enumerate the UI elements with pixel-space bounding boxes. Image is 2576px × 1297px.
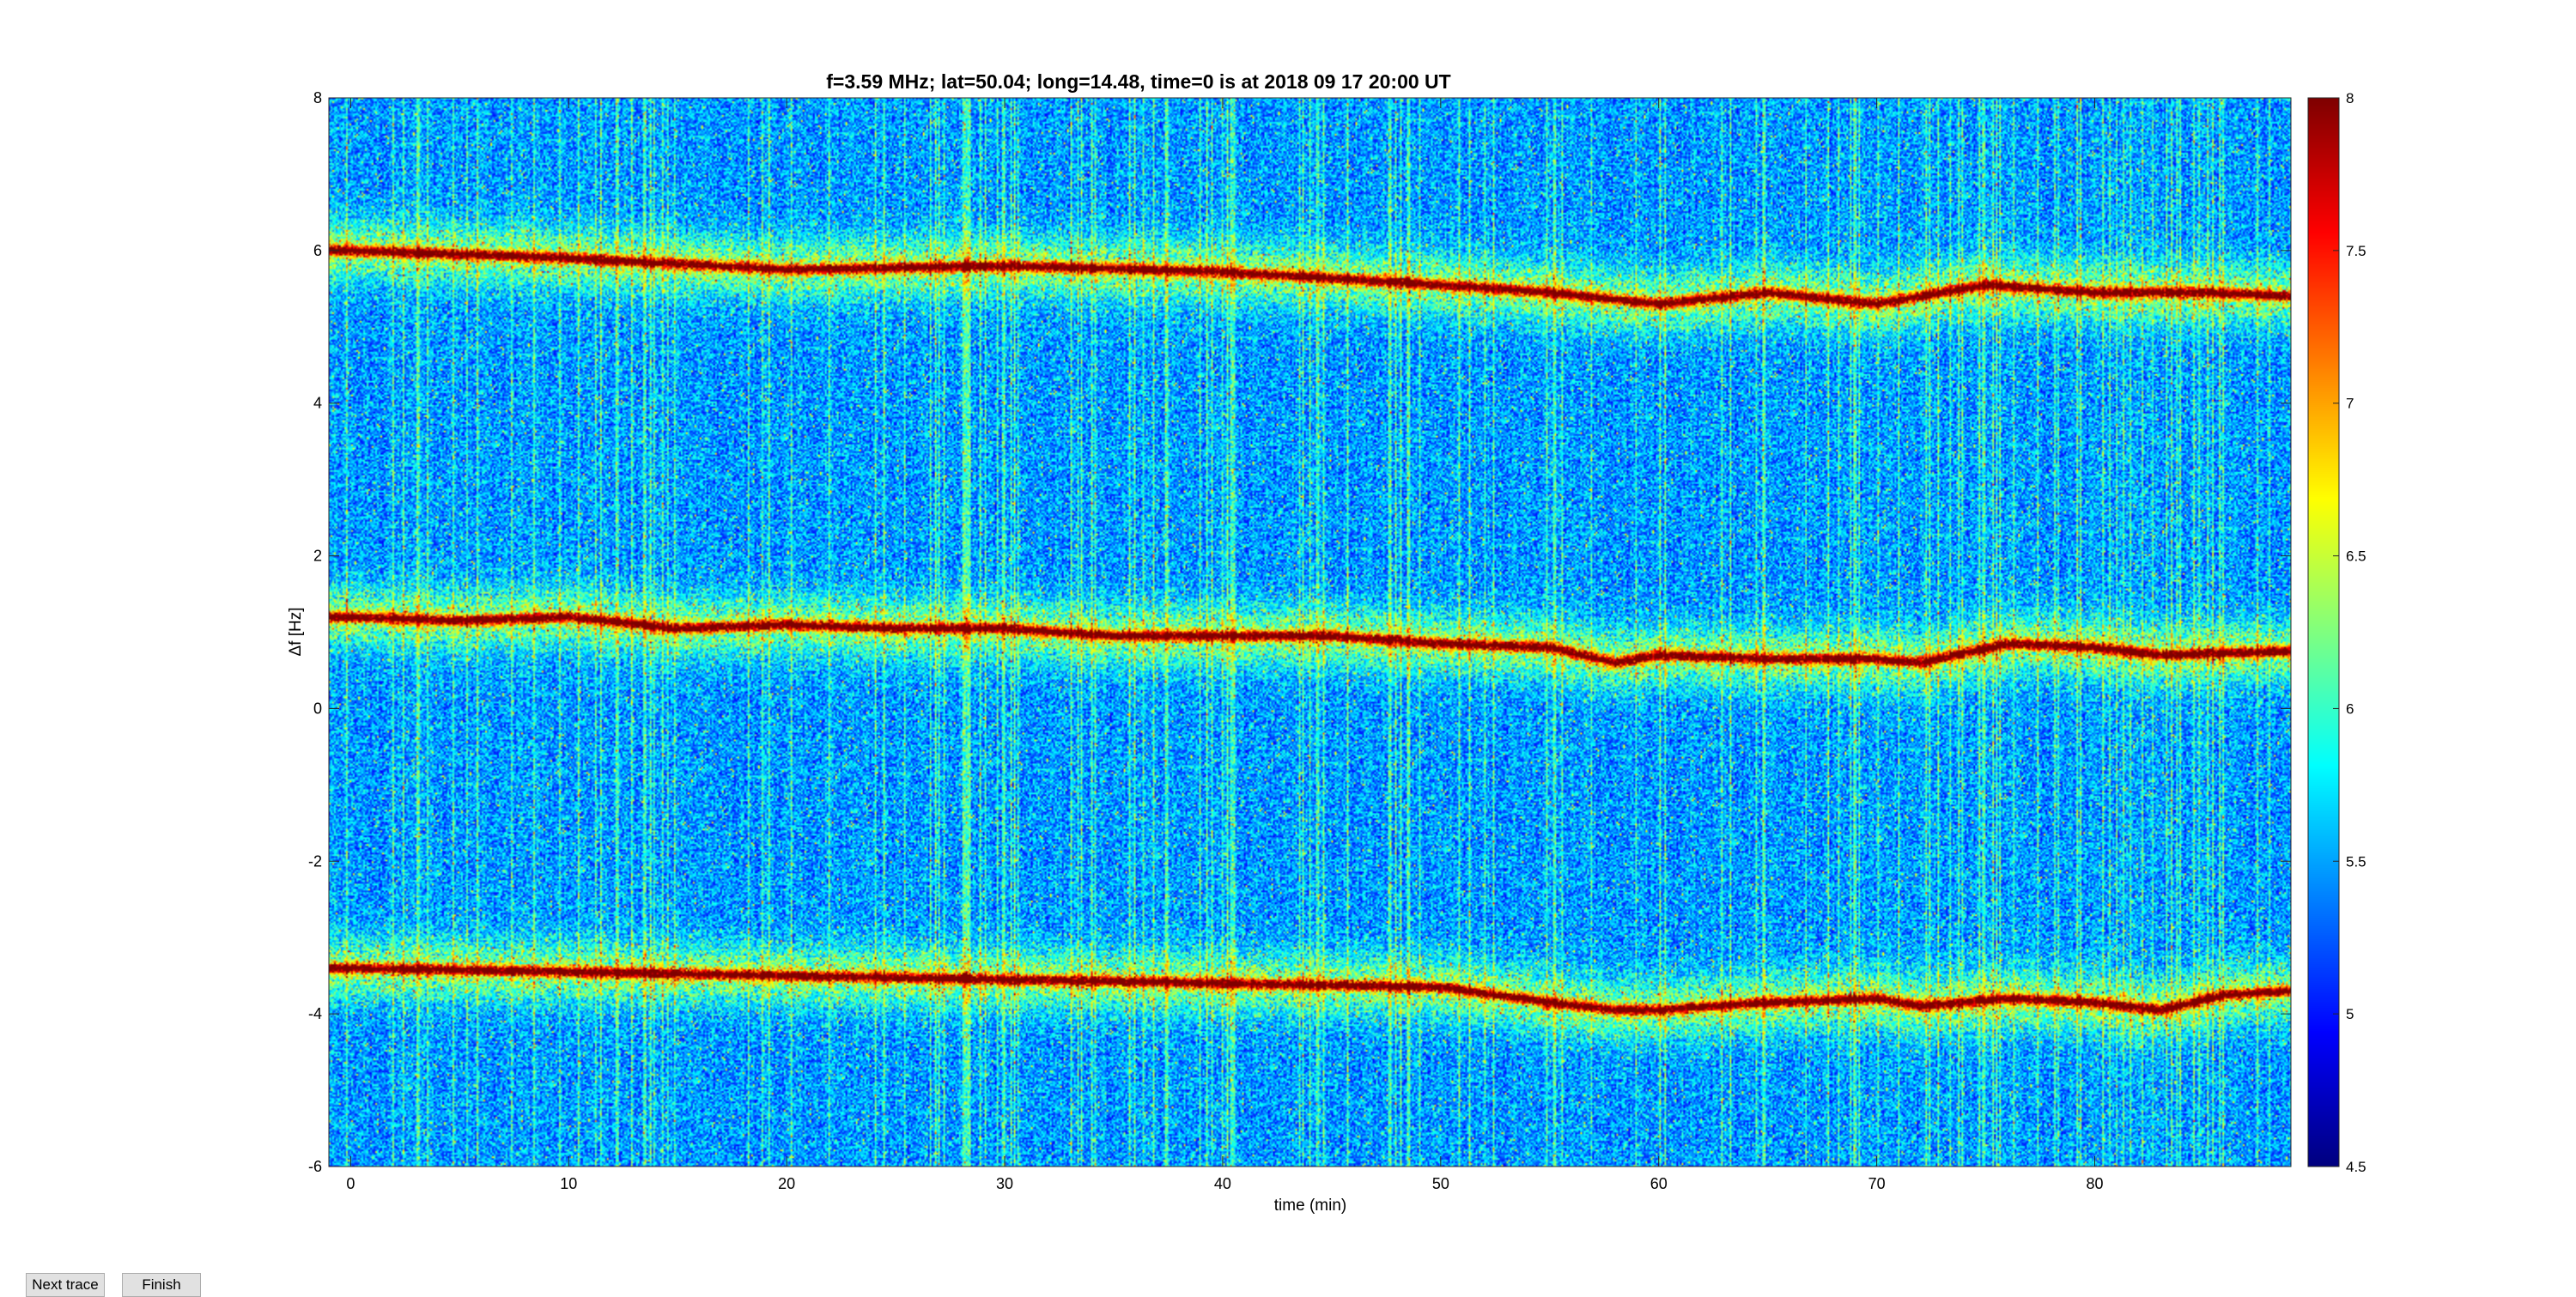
x-tick-label: 20 xyxy=(778,1175,795,1192)
plot-frame xyxy=(328,97,2292,1167)
y-tick-label: 0 xyxy=(313,700,322,717)
colorbar-tick-label: 8 xyxy=(2346,90,2354,106)
colorbar-tick-label: 6 xyxy=(2346,700,2354,717)
x-axis-label: time (min) xyxy=(1274,1197,1346,1215)
figure-window: f=3.59 MHz; lat=50.04; long=14.48, time=… xyxy=(0,0,2576,1297)
colorbar-ticks: 4.5 5 5.5 6 6.5 7 7.5 8 xyxy=(2333,90,2366,1175)
x-tick-label: 0 xyxy=(346,1175,355,1192)
x-tick-label: 60 xyxy=(1650,1175,1668,1192)
y-axis-label: Δf [Hz] xyxy=(287,607,305,656)
y-axis-ticks: -6 -4 -2 0 2 4 6 8 xyxy=(308,89,2291,1175)
y-tick-label: 2 xyxy=(313,548,322,565)
plot-axes: f=3.59 MHz; lat=50.04; long=14.48, time=… xyxy=(287,70,2366,1215)
y-tick-label: -6 xyxy=(308,1158,322,1175)
colorbar-tick-label: 4.5 xyxy=(2346,1159,2366,1175)
y-tick-label: 8 xyxy=(313,89,322,106)
colorbar-tick-label: 5.5 xyxy=(2346,853,2366,870)
colorbar-tick-label: 7.5 xyxy=(2346,243,2366,259)
x-axis-ticks: 0 10 20 30 40 50 60 70 80 xyxy=(346,98,2104,1192)
x-tick-label: 10 xyxy=(560,1175,577,1192)
colorbar-tick-label: 5 xyxy=(2346,1006,2354,1022)
x-tick-label: 50 xyxy=(1432,1175,1449,1192)
next-trace-button[interactable]: Next trace xyxy=(26,1273,105,1297)
x-tick-label: 80 xyxy=(2086,1175,2103,1192)
finish-button[interactable]: Finish xyxy=(122,1273,201,1297)
colorbar-tick-label: 6.5 xyxy=(2346,548,2366,565)
y-tick-label: -4 xyxy=(308,1005,322,1022)
chart-title: f=3.59 MHz; lat=50.04; long=14.48, time=… xyxy=(826,70,1450,93)
colorbar-tick-label: 7 xyxy=(2346,396,2354,412)
colorbar-frame xyxy=(2307,97,2340,1167)
y-tick-label: 4 xyxy=(313,395,322,412)
x-tick-label: 40 xyxy=(1214,1175,1231,1192)
x-tick-label: 30 xyxy=(996,1175,1013,1192)
y-tick-label: -2 xyxy=(308,852,322,870)
y-tick-label: 6 xyxy=(313,242,322,259)
x-tick-label: 70 xyxy=(1868,1175,1886,1192)
